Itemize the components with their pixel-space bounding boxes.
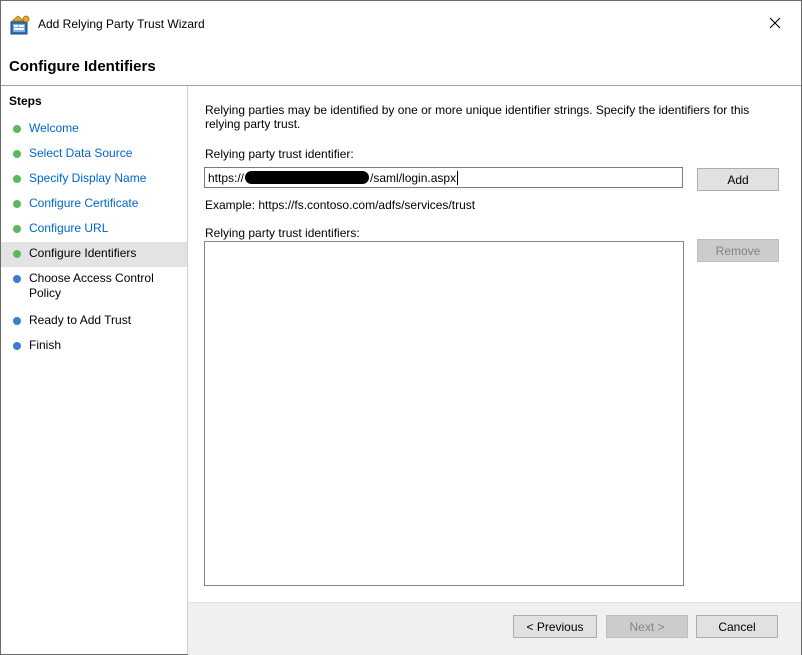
sidebar-item-configure-certificate: Configure Certificate: [1, 195, 187, 213]
sidebar-item-label: Choose Access Control Policy: [29, 271, 154, 300]
identifier-label: Relying party trust identifier:: [205, 147, 354, 161]
sidebar-item-label: Configure URL: [29, 221, 109, 235]
sidebar-item-label: Configure Certificate: [29, 196, 139, 210]
text-caret: [457, 170, 459, 185]
window-title: Add Relying Party Trust Wizard: [38, 17, 205, 31]
identifier-value-prefix: https://: [208, 170, 245, 185]
previous-button[interactable]: < Previous: [513, 615, 597, 638]
sidebar-item-configure-identifiers: Configure Identifiers: [1, 242, 187, 267]
cancel-button[interactable]: Cancel: [696, 615, 778, 638]
wizard-header: Configure Identifiers: [1, 49, 801, 86]
sidebar-item-specify-display-name: Specify Display Name: [1, 170, 187, 188]
step-pending-icon: [13, 275, 21, 283]
sidebar-item-configure-url: Configure URL: [1, 220, 187, 238]
sidebar-item-label: Finish: [29, 338, 62, 352]
step-complete-icon: [13, 225, 21, 233]
next-button[interactable]: Next >: [606, 615, 688, 638]
identifiers-list-label: Relying party trust identifiers:: [205, 226, 360, 240]
redacted-hostname: [245, 171, 370, 184]
step-complete-icon: [13, 250, 21, 258]
sidebar-item-finish: Finish: [1, 337, 187, 355]
wizard-content: Relying parties may be identified by one…: [188, 86, 801, 602]
sidebar-item-label: Welcome: [29, 121, 79, 135]
title-bar: Add Relying Party Trust Wizard: [1, 1, 801, 49]
sidebar-item-ready-to-add-trust: Ready to Add Trust: [1, 312, 187, 330]
sidebar-item-choose-access-control-policy: Choose Access Control Policy: [1, 270, 187, 302]
step-complete-icon: [13, 200, 21, 208]
steps-sidebar: Steps Welcome Select Data Source Specify…: [1, 86, 188, 654]
identifiers-list[interactable]: [204, 241, 684, 586]
step-complete-icon: [13, 125, 21, 133]
step-complete-icon: [13, 175, 21, 183]
sidebar-item-label: Select Data Source: [29, 146, 133, 160]
example-text: Example: https://fs.contoso.com/adfs/ser…: [205, 198, 476, 212]
identifier-input[interactable]: https:// /saml/login.aspx: [204, 167, 683, 188]
page-title: Configure Identifiers: [9, 58, 156, 75]
description-text: Relying parties may be identified by one…: [205, 103, 750, 131]
sidebar-item-label: Configure Identifiers: [29, 246, 137, 260]
wizard-footer: < Previous Next > Cancel: [188, 602, 801, 655]
sidebar-item-label: Specify Display Name: [29, 171, 147, 185]
step-pending-icon: [13, 317, 21, 325]
sidebar-item-label: Ready to Add Trust: [29, 313, 132, 327]
remove-button[interactable]: Remove: [697, 239, 779, 262]
close-button[interactable]: [755, 9, 795, 39]
add-button[interactable]: Add: [697, 168, 779, 191]
steps-heading: Steps: [9, 94, 42, 108]
step-complete-icon: [13, 150, 21, 158]
sidebar-item-welcome: Welcome: [1, 120, 187, 138]
wizard-window: Add Relying Party Trust Wizard Configure…: [0, 0, 802, 655]
relying-party-trust-icon: [9, 14, 31, 36]
step-pending-icon: [13, 342, 21, 350]
sidebar-item-select-data-source: Select Data Source: [1, 145, 187, 163]
identifier-value-suffix: /saml/login.aspx: [370, 170, 457, 185]
close-icon: [769, 17, 781, 32]
